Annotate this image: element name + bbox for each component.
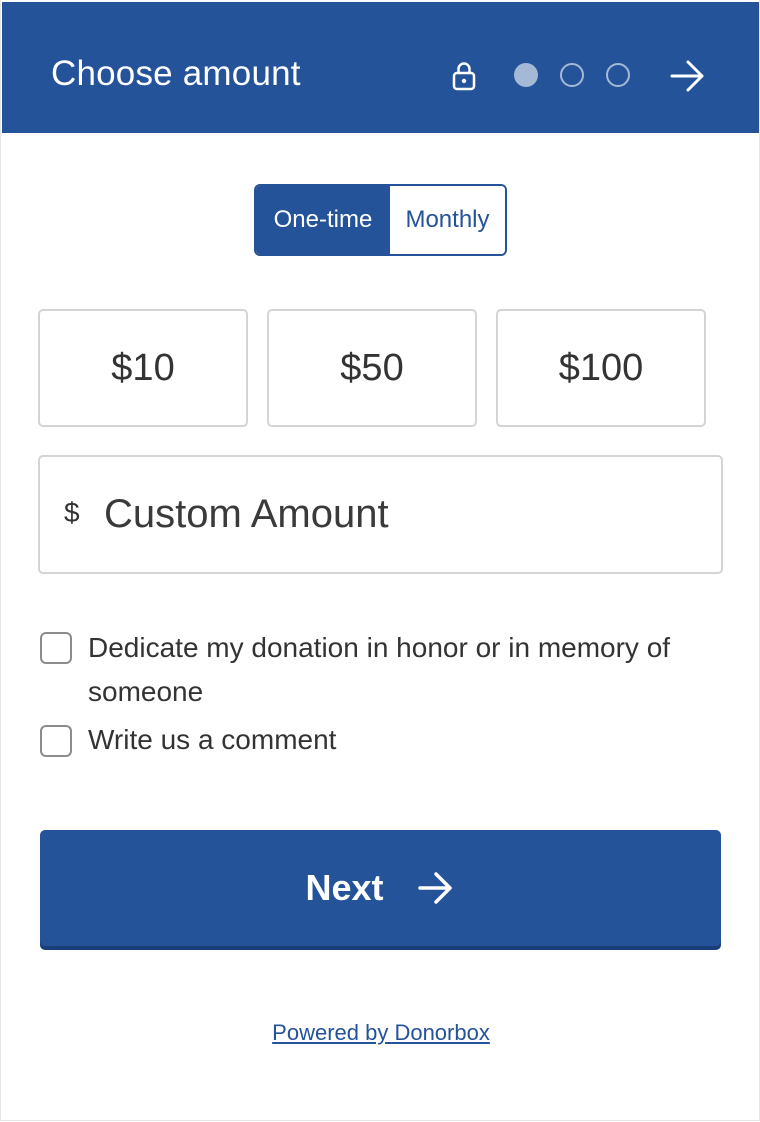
frequency-toggle: One-time Monthly [254,184,507,256]
dedicate-label[interactable]: Dedicate my donation in honor or in memo… [88,626,708,714]
amount-50-button[interactable]: $50 [267,309,477,427]
next-button[interactable]: Next [40,830,721,946]
dedicate-checkbox[interactable] [40,632,72,664]
amount-10-button[interactable]: $10 [38,309,248,427]
step-indicator-2 [560,63,584,87]
next-button-label: Next [305,867,384,908]
form-header: Choose amount [2,2,759,133]
arrow-right-icon [417,872,452,904]
custom-amount-input[interactable] [104,481,694,547]
lock-icon [452,62,476,91]
custom-amount-field[interactable]: $ [38,455,723,574]
amount-100-button[interactable]: $100 [496,309,706,427]
page-title: Choose amount [51,54,301,93]
powered-by-link[interactable]: Powered by Donorbox [1,1020,760,1046]
frequency-monthly-button[interactable]: Monthly [390,186,505,254]
donation-form: Choose amount One-time Monthly $10 $50 $… [0,0,760,1121]
frequency-one-time-button[interactable]: One-time [256,186,390,254]
step-indicator-3 [606,63,630,87]
step-indicator-1 [514,63,538,87]
arrow-right-icon[interactable] [668,58,708,94]
currency-symbol: $ [64,497,80,528]
comment-label[interactable]: Write us a comment [88,718,336,762]
comment-checkbox[interactable] [40,725,72,757]
